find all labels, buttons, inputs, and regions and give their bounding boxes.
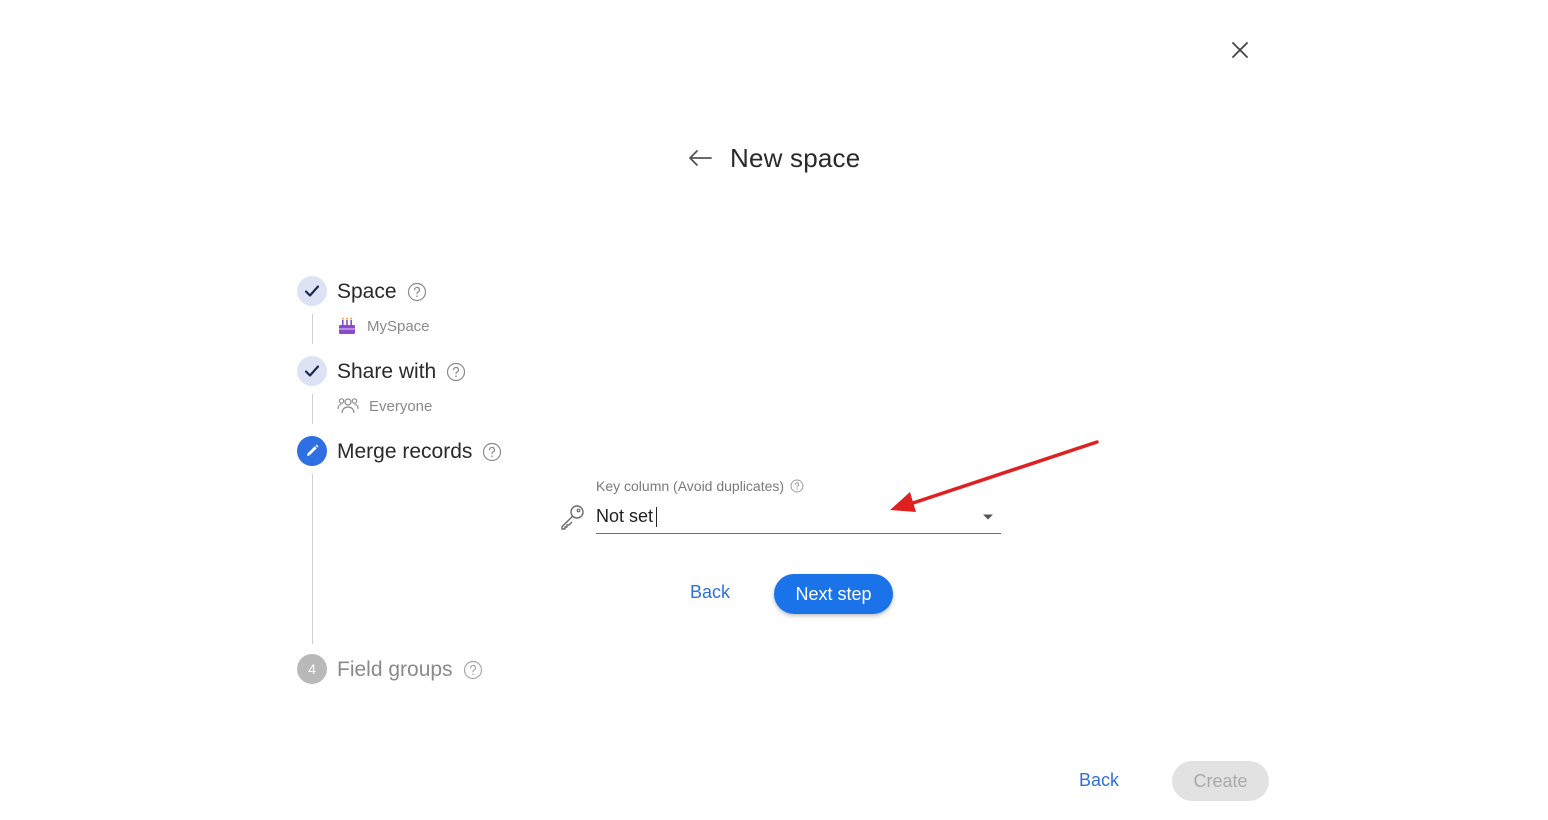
- step-connector: [312, 394, 313, 424]
- dialog-header: New space: [686, 138, 860, 178]
- help-icon[interactable]: [463, 660, 483, 680]
- people-icon: [337, 398, 359, 414]
- step-space[interactable]: Space: [337, 277, 427, 307]
- footer-back-button[interactable]: Back: [1079, 770, 1119, 791]
- step-4-pending-indicator: 4: [297, 654, 327, 684]
- text-cursor: [656, 506, 658, 527]
- step-share-summary: Everyone: [337, 395, 432, 417]
- page-title: New space: [730, 142, 861, 173]
- step-merge-label: Merge records: [337, 440, 473, 463]
- share-target: Everyone: [369, 397, 433, 415]
- pencil-icon: [307, 444, 319, 456]
- step-back-button[interactable]: Back: [690, 582, 730, 603]
- help-icon[interactable]: [482, 442, 502, 462]
- check-icon: [304, 285, 320, 297]
- step-field-groups-label: Field groups: [337, 658, 453, 681]
- help-icon[interactable]: [407, 282, 427, 302]
- help-icon[interactable]: [446, 362, 466, 382]
- cake-icon: [339, 317, 355, 334]
- space-name: MySpace: [367, 317, 430, 335]
- step-field-groups[interactable]: Field groups: [337, 655, 483, 685]
- back-arrow-button[interactable]: [686, 144, 714, 172]
- next-step-button[interactable]: Next step: [774, 574, 893, 614]
- step-share-label: Share with: [337, 360, 437, 383]
- step-2-done-indicator: [297, 356, 327, 386]
- step-merge-records[interactable]: Merge records: [337, 437, 502, 467]
- new-space-dialog: New space Space MySpace Share with Every…: [0, 0, 1548, 820]
- key-column-label: Key column (Avoid duplicates): [596, 478, 804, 494]
- arrow-left-icon: [689, 150, 712, 166]
- check-icon: [304, 365, 320, 377]
- step-share-with[interactable]: Share with: [337, 357, 466, 387]
- help-icon[interactable]: [790, 479, 804, 493]
- key-icon: [561, 505, 584, 530]
- step-space-label: Space: [337, 280, 397, 303]
- step-connector: [312, 474, 313, 644]
- key-column-value: Not set: [596, 506, 654, 526]
- step-connector: [312, 314, 313, 344]
- step-space-summary: MySpace: [337, 315, 430, 337]
- step-number: 4: [308, 661, 316, 677]
- close-icon: [1232, 42, 1248, 58]
- close-button[interactable]: [1226, 36, 1254, 64]
- step-1-done-indicator: [297, 276, 327, 306]
- step-3-active-indicator: [297, 436, 327, 466]
- create-button[interactable]: Create: [1172, 761, 1269, 801]
- annotation-arrow-icon: [890, 440, 1099, 512]
